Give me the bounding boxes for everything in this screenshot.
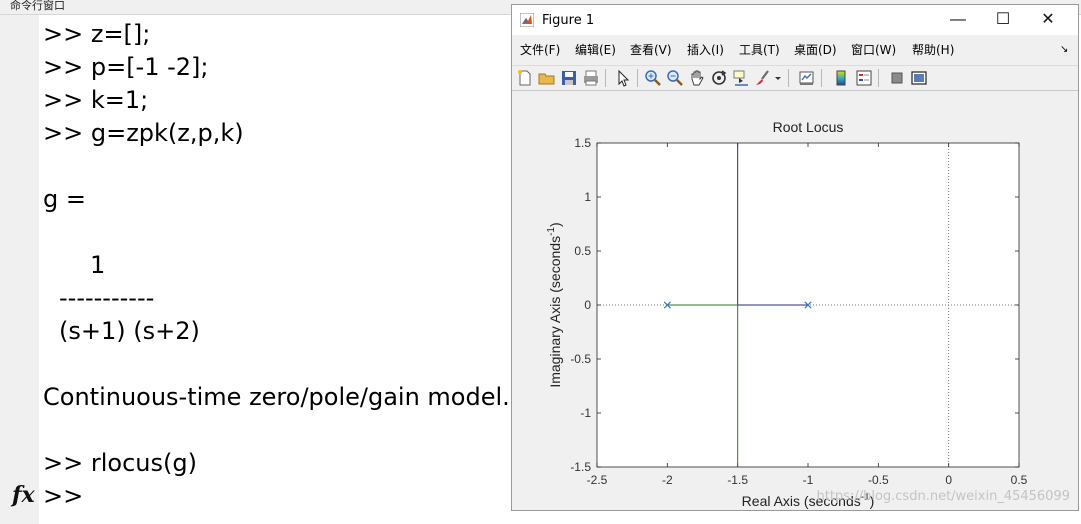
command-line: >> k=1; xyxy=(43,86,149,114)
x-tick-label: 0.5 xyxy=(1011,473,1028,487)
minimize-button[interactable]: — xyxy=(936,9,980,31)
close-button[interactable]: ✕ xyxy=(1026,9,1070,31)
hide-plot-tools-icon[interactable] xyxy=(887,68,907,88)
command-line: >> rlocus(g) xyxy=(43,449,197,477)
y-axis-label-end: ) xyxy=(547,222,563,227)
zoom-out-icon[interactable] xyxy=(665,68,685,88)
colorbar-icon[interactable] xyxy=(831,68,851,88)
output-line: (s+1) (s+2) xyxy=(59,317,200,345)
legend-icon[interactable] xyxy=(854,68,874,88)
output-line: g = xyxy=(43,185,86,213)
output-line: ----------- xyxy=(59,284,155,312)
menu-insert[interactable]: 插入(I) xyxy=(687,41,724,58)
toolbar-separator xyxy=(878,69,879,87)
y-axis-label-text: Imaginary Axis (seconds xyxy=(547,236,563,388)
figure-menubar: 文件(F) 编辑(E) 查看(V) 插入(I) 工具(T) 桌面(D) 窗口(W… xyxy=(512,39,1078,61)
rotate-3d-icon[interactable] xyxy=(709,68,729,88)
select-arrow-icon[interactable] xyxy=(613,68,633,88)
toolbar-separator xyxy=(821,69,822,87)
command-line: >> g=zpk(z,p,k) xyxy=(43,119,244,147)
x-tick-label: -1.5 xyxy=(727,473,748,487)
x-tick-label: 0 xyxy=(945,473,952,487)
data-cursor-icon[interactable] xyxy=(731,68,751,88)
y-tick-label: 0 xyxy=(584,298,591,312)
command-window-gutter xyxy=(0,15,39,524)
command-window-title: 命令行窗口 xyxy=(10,0,65,12)
expand-menu-icon[interactable]: ↘ xyxy=(1060,44,1068,55)
figure-titlebar: Figure 1 — ☐ ✕ xyxy=(512,5,1078,35)
x-tick-label: -0.5 xyxy=(868,473,889,487)
toolbar-separator xyxy=(788,69,789,87)
plot-area: -2.5 -2 -1.5 -1 -0.5 0 0.5 -1.5 -1 -0.5 0 0.5 1 1.5 R… xyxy=(512,91,1078,510)
figure-toolbar xyxy=(512,65,1078,91)
menu-window[interactable]: 窗口(W) xyxy=(851,41,896,58)
y-tick-label: 1 xyxy=(584,190,591,204)
brush-icon[interactable] xyxy=(753,68,773,88)
toolbar-separator xyxy=(605,69,606,87)
pan-hand-icon[interactable] xyxy=(687,68,707,88)
figure-title: Figure 1 xyxy=(542,13,595,28)
command-window-text[interactable]: >> z=[]; >> p=[-1 -2]; >> k=1; >> g=zpk(… xyxy=(43,15,513,524)
x-tick-label: -2.5 xyxy=(587,473,608,487)
brush-dropdown-icon[interactable] xyxy=(772,68,784,88)
matlab-logo-icon xyxy=(520,13,534,27)
zoom-in-icon[interactable] xyxy=(643,68,663,88)
menu-desktop[interactable]: 桌面(D) xyxy=(794,41,837,58)
root-locus-chart[interactable]: -2.5 -2 -1.5 -1 -0.5 0 0.5 -1.5 -1 -0.5 0 0.5 1 1.5 R… xyxy=(512,91,1078,510)
command-line: >> p=[-1 -2]; xyxy=(43,53,209,81)
command-line: >> z=[]; xyxy=(43,20,151,48)
menu-edit[interactable]: 编辑(E) xyxy=(575,41,616,58)
y-tick-label: 0.5 xyxy=(574,244,591,258)
toolbar-separator xyxy=(637,69,638,87)
print-icon[interactable] xyxy=(581,68,601,88)
chart-title: Root Locus xyxy=(773,119,844,135)
y-tick-label: -0.5 xyxy=(570,352,591,366)
watermark-text: https://blog.csdn.net/weixin_45456099 xyxy=(816,489,1070,504)
maximize-button[interactable]: ☐ xyxy=(981,9,1025,31)
y-tick-label: -1 xyxy=(580,406,591,420)
open-file-icon[interactable] xyxy=(537,68,557,88)
x-tick-label: -2 xyxy=(662,473,673,487)
y-tick-label: 1.5 xyxy=(574,136,591,150)
y-axis-label: Imaginary Axis (seconds-1) xyxy=(546,222,563,387)
show-plot-tools-icon[interactable] xyxy=(909,68,929,88)
output-line: Continuous-time zero/pole/gain model. xyxy=(43,383,510,411)
command-prompt[interactable]: >> xyxy=(43,482,83,510)
y-tick-label: -1.5 xyxy=(570,460,591,474)
save-icon[interactable] xyxy=(559,68,579,88)
figure-window: Figure 1 — ☐ ✕ 文件(F) 编辑(E) 查看(V) 插入(I) 工… xyxy=(511,4,1079,511)
function-browser-icon[interactable]: fx xyxy=(12,482,35,508)
menu-tools[interactable]: 工具(T) xyxy=(739,41,780,58)
menu-view[interactable]: 查看(V) xyxy=(630,41,672,58)
link-plot-icon[interactable] xyxy=(797,68,817,88)
menu-file[interactable]: 文件(F) xyxy=(520,41,560,58)
x-tick-label: -1 xyxy=(803,473,814,487)
new-figure-icon[interactable] xyxy=(515,68,535,88)
output-line: 1 xyxy=(90,251,106,279)
menu-help[interactable]: 帮助(H) xyxy=(912,41,954,58)
